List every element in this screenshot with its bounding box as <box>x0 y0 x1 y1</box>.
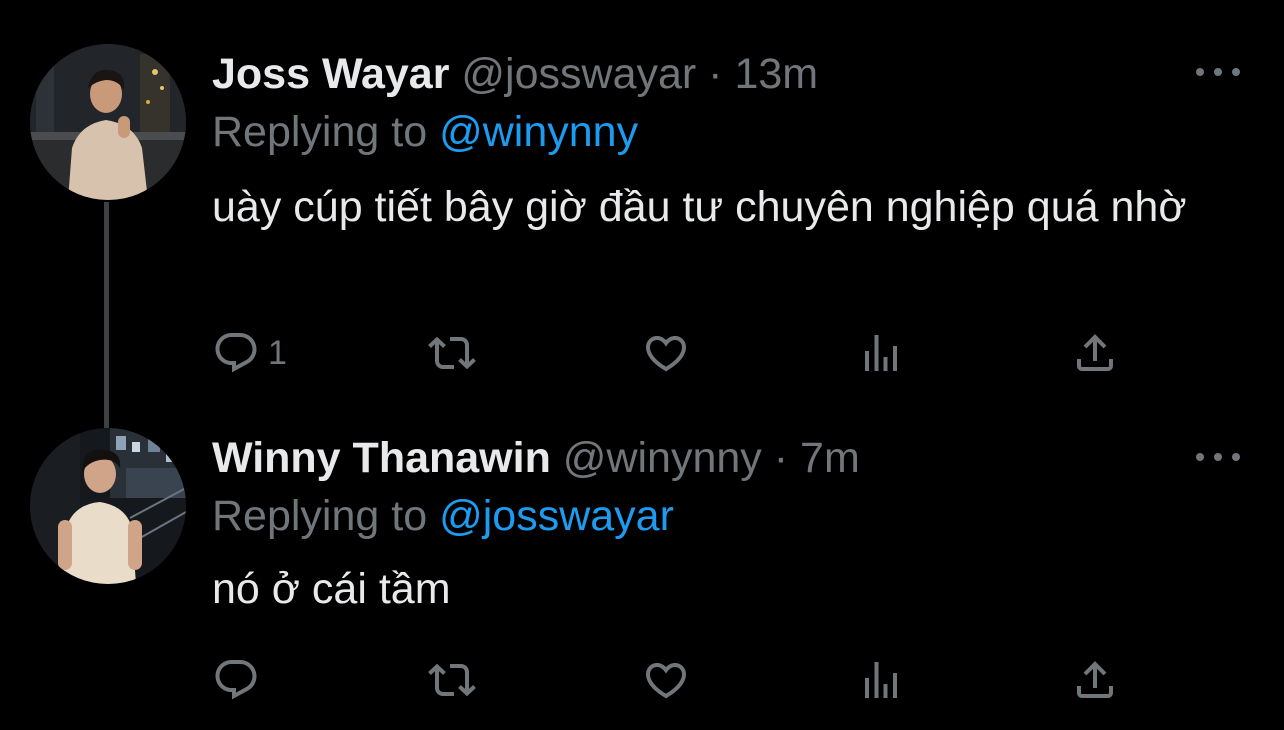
mention-link[interactable]: @winynny <box>439 108 638 156</box>
reply-icon <box>215 333 257 373</box>
replying-to-label: Replying to <box>212 108 428 156</box>
avatar-photo <box>30 428 186 584</box>
user-handle[interactable]: @winynny <box>563 434 762 482</box>
more-icon[interactable] <box>1196 447 1240 467</box>
timestamp[interactable]: 13m <box>734 50 818 98</box>
action-bar <box>0 650 1284 710</box>
tweet-winynny[interactable]: Winny Thanawin @winynny · 7m Replying to… <box>0 410 1284 730</box>
timestamp[interactable]: 7m <box>800 434 860 482</box>
like-button[interactable] <box>642 650 690 710</box>
reply-count: 1 <box>268 333 287 372</box>
retweet-button[interactable] <box>428 650 476 710</box>
action-bar: 1 <box>0 323 1284 383</box>
avatar[interactable] <box>30 428 186 584</box>
replying-to: Replying to @josswayar <box>212 490 674 542</box>
avatar[interactable] <box>30 44 186 200</box>
views-icon <box>865 662 897 698</box>
views-icon <box>865 335 897 371</box>
mention-link[interactable]: @josswayar <box>439 492 674 540</box>
views-button[interactable] <box>857 650 905 710</box>
tweet-text: nó ở cái tầm <box>212 565 451 613</box>
tweet-header: Joss Wayar @josswayar · 13m <box>212 48 818 100</box>
retweet-button[interactable] <box>428 323 476 383</box>
replying-to-label: Replying to <box>212 492 428 540</box>
views-button[interactable] <box>857 323 905 383</box>
thread-line <box>104 202 109 428</box>
retweet-icon <box>428 336 476 370</box>
share-icon <box>1077 661 1113 698</box>
tweet-text: uày cúp tiết bây giờ đầu tư chuyên nghiệ… <box>212 183 1187 231</box>
more-icon[interactable] <box>1196 62 1240 82</box>
replying-to: Replying to @winynny <box>212 106 638 158</box>
separator-dot: · <box>708 50 723 98</box>
display-name[interactable]: Winny Thanawin <box>212 434 551 482</box>
share-icon <box>1077 334 1113 371</box>
heart-icon <box>645 663 687 699</box>
reply-button[interactable]: 1 <box>212 323 287 383</box>
retweet-icon <box>428 663 476 697</box>
avatar-photo <box>30 44 186 200</box>
like-button[interactable] <box>642 323 690 383</box>
tweet-header: Winny Thanawin @winynny · 7m <box>212 432 860 484</box>
display-name[interactable]: Joss Wayar <box>212 50 449 98</box>
heart-icon <box>645 336 687 372</box>
reply-icon <box>215 660 257 700</box>
user-handle[interactable]: @josswayar <box>461 50 696 98</box>
share-button[interactable] <box>1071 650 1119 710</box>
tweet-josswayar[interactable]: Joss Wayar @josswayar · 13m Replying to … <box>0 0 1284 428</box>
reply-button[interactable] <box>212 650 268 710</box>
share-button[interactable] <box>1071 323 1119 383</box>
separator-dot: · <box>773 434 789 482</box>
